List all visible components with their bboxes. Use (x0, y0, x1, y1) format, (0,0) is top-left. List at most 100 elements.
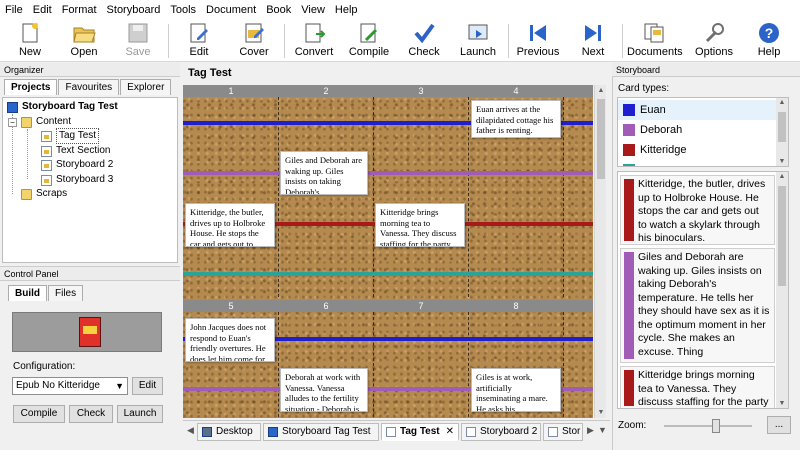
edit-button[interactable]: Edit (173, 22, 225, 60)
menu-view[interactable]: View (296, 0, 330, 20)
tab-files[interactable]: Files (48, 285, 84, 301)
launch-build-button[interactable]: Launch (117, 405, 163, 423)
tab-build[interactable]: Build (8, 285, 47, 301)
card-type-item[interactable]: Euan (618, 100, 776, 120)
edit-pencil-icon (190, 23, 208, 43)
menu-edit[interactable]: Edit (28, 0, 57, 20)
documents-button[interactable]: Documents (627, 22, 683, 60)
more-options-button[interactable]: ... (767, 416, 791, 434)
save-label: Save (125, 46, 151, 58)
control-panel-tabs: Build Files (8, 285, 84, 301)
tree-node-content[interactable]: Content (21, 115, 71, 129)
configuration-select[interactable]: Epub No Kitteridge ▼ (12, 377, 128, 395)
scroll-up-icon[interactable]: ▲ (776, 99, 788, 106)
synopsis-scrollbar[interactable]: ▲ ▼ (776, 172, 788, 408)
column-divider (278, 97, 279, 297)
tab-favourites[interactable]: Favourites (58, 79, 120, 95)
book-icon (268, 427, 278, 437)
zoom-slider-knob[interactable] (712, 419, 720, 433)
check-button[interactable]: Check (398, 22, 450, 60)
card-type-item[interactable]: Deborah (618, 120, 776, 140)
scene-card[interactable]: Giles and Deborah are waking up. Giles i… (280, 151, 368, 195)
new-button[interactable]: New (4, 22, 56, 60)
scene-card[interactable]: Kitteridge brings morning tea to Vanessa… (375, 203, 465, 247)
doc-tab-label: Stor (562, 426, 581, 437)
svg-text:?: ? (765, 25, 774, 41)
scroll-down-icon[interactable]: ▼ (776, 158, 788, 165)
card-types-scrollbar[interactable]: ▲ ▼ (776, 98, 788, 166)
help-button[interactable]: ? Help (743, 22, 795, 60)
card-type-item[interactable]: Kitteridge (618, 140, 776, 160)
tree-node-project[interactable]: Storyboard Tag Test (7, 100, 118, 114)
menu-tools[interactable]: Tools (165, 0, 201, 20)
menu-book[interactable]: Book (261, 0, 296, 20)
menu-storyboard[interactable]: Storyboard (102, 0, 166, 20)
project-label: Storyboard Tag Test (22, 101, 118, 112)
scene-card[interactable]: Euan arrives at the dilapidated cottage … (471, 100, 561, 138)
close-icon[interactable]: ✕ (446, 424, 454, 439)
tabs-list-chevron-down-icon[interactable]: ▼ (598, 425, 607, 435)
collapse-toggle[interactable]: − (8, 118, 17, 127)
scroll-down-icon[interactable]: ▼ (776, 400, 788, 407)
cover-preview (12, 312, 162, 352)
scroll-down-icon[interactable]: ▼ (595, 409, 607, 416)
next-button[interactable]: Next (567, 22, 619, 60)
save-button[interactable]: Save (112, 22, 164, 60)
synopsis-item[interactable]: Kitteridge brings morning tea to Vanessa… (620, 366, 775, 408)
doc-tab-storyboard-3[interactable]: Stor (543, 423, 583, 441)
scrollbar-thumb[interactable] (597, 99, 605, 179)
compile-build-button[interactable]: Compile (13, 405, 65, 423)
menu-help[interactable]: Help (330, 0, 363, 20)
scroll-up-icon[interactable]: ▲ (776, 173, 788, 180)
convert-button[interactable]: Convert (288, 22, 340, 60)
tab-projects[interactable]: Projects (4, 79, 58, 95)
card-type-item[interactable] (618, 160, 776, 166)
documents-icon (644, 23, 664, 43)
scene-card[interactable]: Giles is at work, artificially inseminat… (471, 368, 561, 412)
doc-tab-desktop[interactable]: Desktop (197, 423, 261, 441)
tabs-scroll-right-icon[interactable]: ▶ (587, 425, 594, 436)
folder-icon (21, 116, 32, 128)
tree-node-text-section[interactable]: Text Section (41, 144, 110, 158)
tab-explorer[interactable]: Explorer (120, 79, 172, 95)
color-swatch (623, 144, 635, 156)
scrollbar-thumb[interactable] (778, 186, 786, 286)
previous-button[interactable]: Previous (512, 22, 564, 60)
scene-card[interactable]: John Jacques does not respond to Euan's … (185, 318, 275, 362)
doc-tab-storyboard-2[interactable]: Storyboard 2 (461, 423, 541, 441)
tree-node-scraps[interactable]: Scraps (21, 187, 67, 201)
card-type-label: Euan (640, 104, 666, 116)
previous-label: Previous (516, 46, 560, 58)
check-build-button[interactable]: Check (69, 405, 113, 423)
board-vertical-scrollbar[interactable]: ▲ ▼ (594, 85, 606, 418)
doc-tab-label: Tag Test (400, 426, 440, 437)
synopsis-item[interactable]: Giles and Deborah are waking up. Giles i… (620, 248, 775, 363)
scene-card[interactable]: Deborah at work with Vanessa. Vanessa al… (280, 368, 368, 412)
scrollbar-thumb[interactable] (778, 112, 786, 142)
menu-format[interactable]: Format (57, 0, 102, 20)
synopsis-text: Kitteridge brings morning tea to Vanessa… (638, 369, 769, 408)
options-button[interactable]: Options (688, 22, 740, 60)
convert-label: Convert (294, 46, 334, 58)
menu-file[interactable]: File (0, 0, 28, 20)
zoom-slider[interactable] (664, 419, 752, 433)
scroll-up-icon[interactable]: ▲ (595, 87, 607, 94)
synopsis-item[interactable]: Kitteridge, the butler, drives up to Hol… (620, 175, 775, 245)
tree-node-storyboard-2[interactable]: Storyboard 2 (41, 158, 113, 172)
scene-card[interactable]: Kitteridge, the butler, drives up to Hol… (185, 203, 275, 247)
organizer-tabs: Projects Favourites Explorer (4, 79, 172, 95)
launch-button[interactable]: Launch (452, 22, 504, 60)
compile-button[interactable]: Compile (343, 22, 395, 60)
tree-node-tag-test[interactable]: Tag Test (41, 128, 100, 144)
card-type-label: Deborah (640, 124, 683, 136)
open-button[interactable]: Open (58, 22, 110, 60)
menu-document[interactable]: Document (201, 0, 261, 20)
open-label: Open (70, 46, 98, 58)
cover-button[interactable]: Cover (228, 22, 280, 60)
tabs-scroll-left-icon[interactable]: ◀ (187, 425, 194, 436)
doc-tab-storyboard-tag-test[interactable]: Storyboard Tag Test (263, 423, 379, 441)
tree-node-storyboard-3[interactable]: Storyboard 3 (41, 173, 113, 187)
toolbar-separator (284, 24, 285, 58)
edit-configuration-button[interactable]: Edit (132, 377, 163, 395)
doc-tab-tag-test[interactable]: Tag Test ✕ (381, 423, 459, 441)
